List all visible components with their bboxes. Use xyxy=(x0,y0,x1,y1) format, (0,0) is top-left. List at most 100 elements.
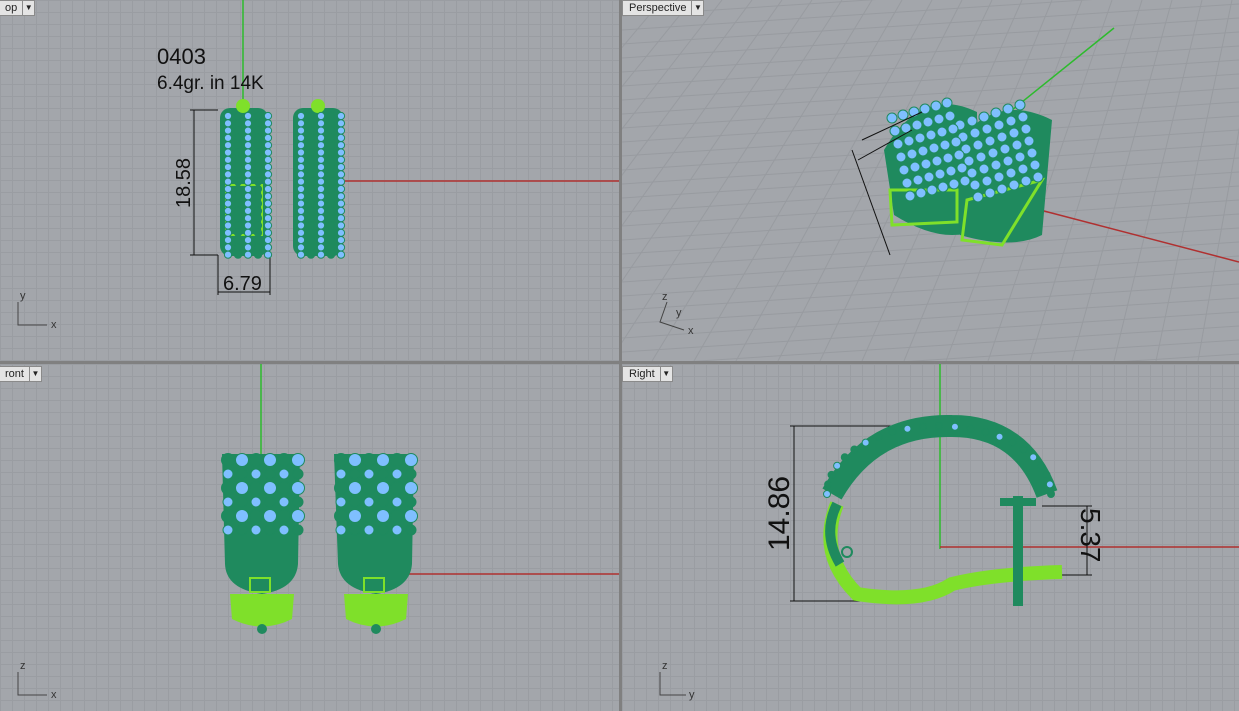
gem-stone xyxy=(363,468,375,480)
gem-stone xyxy=(253,119,263,128)
gem-stone xyxy=(233,236,243,245)
gem-stone xyxy=(1036,461,1045,470)
viewport-label-perspective[interactable]: Perspective ▼ xyxy=(622,0,705,16)
gem-stone xyxy=(919,422,928,431)
gem-stone xyxy=(296,243,306,252)
gem-stone xyxy=(920,158,932,170)
gem-stone xyxy=(249,453,263,467)
gem-stone xyxy=(296,111,306,121)
gem-stone xyxy=(253,214,263,223)
gem-stone xyxy=(292,468,304,480)
gem-stone xyxy=(903,424,912,433)
viewport-front[interactable]: ront ▼ z x xyxy=(0,364,619,711)
gem-stone xyxy=(278,524,290,536)
gem-stone xyxy=(263,199,273,208)
gem-stone xyxy=(930,100,942,112)
gem-stone xyxy=(306,133,316,142)
gem-stone xyxy=(326,148,336,157)
gem-stone xyxy=(223,119,233,128)
gem-stone xyxy=(326,228,336,237)
gem-stone xyxy=(336,192,346,201)
gem-stone xyxy=(306,184,316,194)
gem-stone xyxy=(391,496,403,508)
gem-stone xyxy=(223,243,233,252)
gem-stone xyxy=(253,148,263,157)
gem-stone xyxy=(326,214,336,223)
gem-stone xyxy=(223,126,233,135)
gem-stone xyxy=(316,119,326,128)
gem-stone xyxy=(326,221,336,230)
gem-stone xyxy=(990,107,1002,119)
gem-stone xyxy=(306,243,316,252)
gem-stone xyxy=(233,148,243,157)
gem-stone xyxy=(235,509,249,523)
gem-stone xyxy=(335,524,347,536)
gem-stone xyxy=(336,199,346,208)
gem-stone xyxy=(249,509,263,523)
gem-stone xyxy=(253,199,263,208)
gem-stone xyxy=(306,111,316,121)
gem-stone xyxy=(223,250,233,259)
grid-line xyxy=(622,0,663,49)
gem-stone xyxy=(243,250,253,259)
viewport-right[interactable]: Right ▼ 14.86 5.37 z y xyxy=(622,364,1239,711)
gem-stone xyxy=(253,192,263,201)
gem-stone xyxy=(263,509,277,523)
dim-height-label: 14.86 xyxy=(763,476,796,551)
gem-stone xyxy=(349,524,361,536)
gem-stone xyxy=(326,111,336,121)
gem-stone xyxy=(915,187,927,199)
gem-stone xyxy=(233,141,243,150)
gem-stone xyxy=(335,468,347,480)
gem-stone xyxy=(348,481,362,495)
axis-label-z: z xyxy=(662,660,668,672)
gem-stone xyxy=(941,97,953,109)
gem-stone xyxy=(233,206,243,215)
gem-stone xyxy=(888,428,897,437)
gem-stone xyxy=(391,524,403,536)
gem-stone xyxy=(296,206,306,215)
gem-stone xyxy=(336,184,346,194)
gem-stone xyxy=(233,126,243,135)
gem-stone xyxy=(903,135,915,147)
gem-stone xyxy=(914,132,926,144)
gem-stone xyxy=(944,110,956,122)
chevron-down-icon[interactable]: ▼ xyxy=(691,1,703,15)
gem-stone xyxy=(263,453,277,467)
gem-stone xyxy=(942,152,954,164)
gem-stone xyxy=(1023,135,1035,147)
gem-stone xyxy=(264,524,276,536)
grid-line xyxy=(622,0,633,13)
gem-stone xyxy=(316,192,326,201)
viewport-perspective[interactable]: z y x Perspective ▼ xyxy=(622,0,1239,361)
right-view-canvas: 14.86 5.37 z y xyxy=(659,364,1239,701)
gem-stone xyxy=(975,151,987,163)
gem-stone xyxy=(243,199,253,208)
gem-stone xyxy=(233,177,243,186)
axis-label-y: y xyxy=(689,689,695,701)
gem-stone xyxy=(939,139,951,151)
gem-stone xyxy=(236,496,248,508)
gem-stone xyxy=(404,481,418,495)
gem-stone xyxy=(1005,167,1017,179)
gem-stone xyxy=(335,496,347,508)
gem-stone xyxy=(405,468,417,480)
gem-stone xyxy=(263,126,273,135)
gem-stone xyxy=(263,243,273,252)
axis-label-z: z xyxy=(20,660,26,672)
gem-stone xyxy=(1047,490,1055,498)
gem-stone xyxy=(405,496,417,508)
gem-stone xyxy=(326,170,336,179)
gem-stone xyxy=(897,109,909,121)
gem-stone xyxy=(956,162,968,174)
gem-stone xyxy=(296,141,306,150)
gem-stone xyxy=(935,422,943,430)
gem-stone xyxy=(263,481,277,495)
gem-stone xyxy=(911,119,923,131)
viewport-top[interactable]: op ▼ 0403 6.4gr. in 14K 18.58 6.79 y x xyxy=(0,0,619,361)
gem-stone xyxy=(222,496,234,508)
gem-stone xyxy=(253,184,263,194)
gem-stone xyxy=(1014,99,1026,111)
gem-stone xyxy=(223,148,233,157)
gem-stone xyxy=(904,190,916,202)
